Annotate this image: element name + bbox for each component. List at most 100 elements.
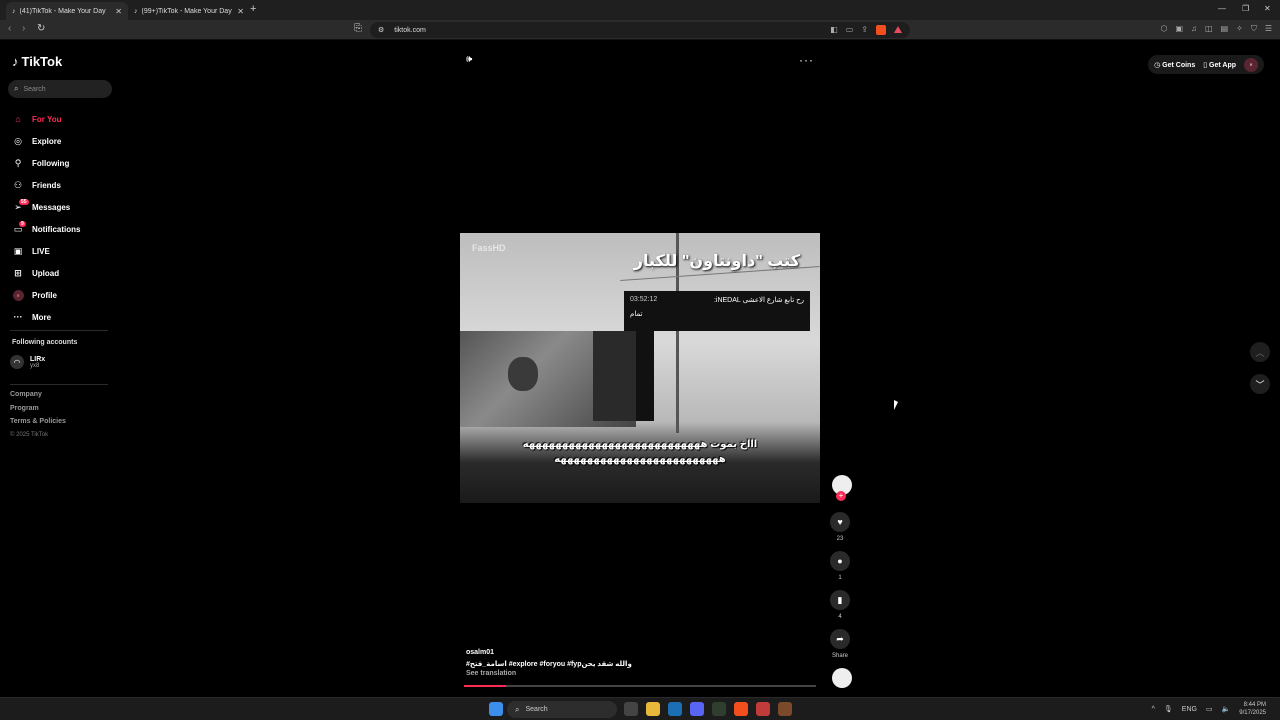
task-view-icon[interactable] <box>624 702 638 716</box>
avatar[interactable]: ✕ <box>1244 57 1258 72</box>
get-coins-button[interactable]: ◷ Get Coins <box>1154 61 1195 69</box>
share-icon[interactable]: ⇪ <box>861 25 868 35</box>
site-info-icon[interactable]: ⚙ <box>378 26 384 34</box>
sidebar-item-upload[interactable]: ⊞ Upload <box>10 262 110 284</box>
brave-shields-icon[interactable] <box>876 25 886 35</box>
get-app-button[interactable]: ▯ Get App <box>1203 61 1236 69</box>
sidebar-item-more[interactable]: ··· More <box>10 306 110 328</box>
back-icon[interactable]: ‹ <box>8 23 11 34</box>
app-icon-2[interactable] <box>778 702 792 716</box>
new-tab-icon[interactable]: + <box>250 3 256 15</box>
footer-link-company[interactable]: Company <box>10 391 66 405</box>
video-webcam-bg <box>593 331 637 421</box>
bookmark-icon: ▮ <box>830 590 850 610</box>
microphone-icon[interactable]: 🎙 <box>1164 705 1173 713</box>
previous-video-button[interactable]: ︿ <box>1250 342 1270 362</box>
brave-icon[interactable] <box>734 702 748 716</box>
footer-link-terms[interactable]: Terms & Policies <box>10 418 66 432</box>
like-button[interactable]: ♥ 23 <box>830 512 850 542</box>
share-label: Share <box>831 653 848 659</box>
save-count: 4 <box>838 614 842 620</box>
window-close-icon[interactable]: ✕ <box>1264 4 1271 13</box>
more-options-icon[interactable]: ··· <box>799 53 814 67</box>
menu-icon[interactable]: ☰ <box>1265 24 1272 34</box>
follow-plus-icon[interactable]: + <box>836 491 846 501</box>
file-explorer-icon[interactable] <box>646 702 660 716</box>
discord-icon[interactable] <box>690 702 704 716</box>
chevron-up-icon[interactable]: ^ <box>1152 706 1155 713</box>
windows-start-icon[interactable] <box>489 702 503 716</box>
tab-title: (41)TikTok - Make Your Day <box>19 7 106 15</box>
xbox-icon[interactable] <box>712 702 726 716</box>
compass-icon: ◎ <box>14 135 22 146</box>
restore-icon[interactable]: ❐ <box>1242 4 1249 13</box>
forward-icon[interactable]: › <box>22 23 25 34</box>
save-button[interactable]: ▮ 4 <box>830 590 850 620</box>
minimize-icon[interactable]: — <box>1218 4 1226 13</box>
media-icon[interactable]: ◧ <box>830 25 838 35</box>
share-button[interactable]: ➦ Share <box>830 629 850 659</box>
windows-taskbar: ⌕ Search ^ 🎙 ENG ▭ 🔈 8:44 PM 9/17/2025 <box>0 697 1280 720</box>
app-icon[interactable] <box>756 702 770 716</box>
sidebar-item-following[interactable]: ⚲ Following <box>10 152 110 174</box>
reading-list-icon[interactable]: ▤ <box>1221 24 1229 34</box>
browser-toolbar: ‹ › ↻ ⎘ ⚙ tiktok.com ◧ ▭ ⇪ ⬡ ▣ ♫ ◫ ▤ ✧ ⛉… <box>0 20 1280 40</box>
sidebar-item-label: Upload <box>32 268 60 278</box>
volume-icon[interactable]: 🕪 <box>466 54 472 65</box>
speaker-icon[interactable]: 🔈 <box>1222 705 1231 713</box>
see-translation-link[interactable]: See translation <box>466 670 826 677</box>
sidebar-divider <box>10 330 108 331</box>
footer-link-program[interactable]: Program <box>10 405 66 419</box>
sidebar-item-profile[interactable]: ✕ Profile <box>10 284 110 306</box>
notifications-badge: 9 <box>19 221 26 227</box>
sidebar-item-messages[interactable]: ➢ 55 Messages <box>10 196 110 218</box>
music-icon[interactable]: ♫ <box>1191 24 1197 34</box>
sidebar-item-explore[interactable]: ◎ Explore <box>10 130 110 152</box>
caption-line: اااخ بموت هههههههههههههههههههههههههههه <box>522 439 758 450</box>
video-progress-bar[interactable] <box>464 685 816 687</box>
following-account-item[interactable]: ◠ LIRx yx8 <box>10 355 45 369</box>
vpn-icon[interactable]: ⛉ <box>1251 24 1257 34</box>
video-author[interactable]: osalm01 <box>466 649 826 656</box>
browser-tab[interactable]: ♪ (99+)TikTok - Make Your Day ✕ <box>128 2 250 20</box>
search-input[interactable]: ⌕ Search <box>8 80 112 98</box>
network-icon[interactable]: ▭ <box>1206 705 1213 713</box>
share-icon: ➦ <box>830 629 850 649</box>
sidebar-item-friends[interactable]: ⚇ Friends <box>10 174 110 196</box>
close-tab-icon[interactable]: ✕ <box>237 7 244 16</box>
leo-icon[interactable]: ✧ <box>1236 24 1243 34</box>
avatar: ✕ <box>12 290 24 301</box>
taskbar-search[interactable]: ⌕ Search <box>507 701 617 718</box>
following-icon: ⚲ <box>14 157 22 168</box>
reload-icon[interactable]: ↻ <box>37 23 45 34</box>
close-tab-icon[interactable]: ✕ <box>115 7 122 16</box>
video-sign <box>636 331 654 421</box>
mouse-cursor <box>894 400 898 410</box>
tiktok-favicon-icon: ♪ <box>134 7 138 15</box>
sidebar-item-label: Following <box>32 158 70 168</box>
next-video-button[interactable]: ﹀ <box>1250 374 1270 394</box>
clock[interactable]: 8:44 PM 9/17/2025 <box>1239 701 1266 717</box>
language-indicator[interactable]: ENG <box>1182 706 1197 713</box>
comment-button[interactable]: ● 1 <box>830 551 850 581</box>
address-bar[interactable]: ⚙ tiktok.com ◧ ▭ ⇪ <box>370 22 910 38</box>
steam-icon[interactable] <box>668 702 682 716</box>
bookmark-icon[interactable]: ⎘ <box>354 23 362 34</box>
brave-rewards-icon[interactable] <box>894 26 902 33</box>
sidebar-item-label: More <box>32 312 52 322</box>
browser-tab-active[interactable]: ♪ (41)TikTok - Make Your Day ✕ <box>6 2 128 20</box>
wallet-icon[interactable]: ▣ <box>1175 24 1183 34</box>
sidebar-item-notifications[interactable]: ▭ 9 Notifications <box>10 218 110 240</box>
sidebar-item-live[interactable]: ▣ LIVE <box>10 240 110 262</box>
sidebar-toggle-icon[interactable]: ◫ <box>1205 24 1213 34</box>
sidebar-item-for-you[interactable]: ⌂ For You <box>10 108 110 130</box>
video-player[interactable]: FassHD كتب "داونتاون" للكبار 03:52:12 رح… <box>460 233 820 503</box>
video-title-overlay: كتب "داونتاون" للكبار <box>633 253 800 270</box>
sidebar-item-label: Friends <box>32 180 61 190</box>
copyright: © 2025 TikTok <box>10 431 49 438</box>
extensions-icon[interactable]: ⬡ <box>1160 24 1167 34</box>
tiktok-logo[interactable]: ♪ TikTok <box>12 54 62 69</box>
music-disc-icon[interactable] <box>832 668 852 688</box>
cast-icon[interactable]: ▭ <box>846 25 854 35</box>
account-name: LIRx <box>30 355 46 363</box>
